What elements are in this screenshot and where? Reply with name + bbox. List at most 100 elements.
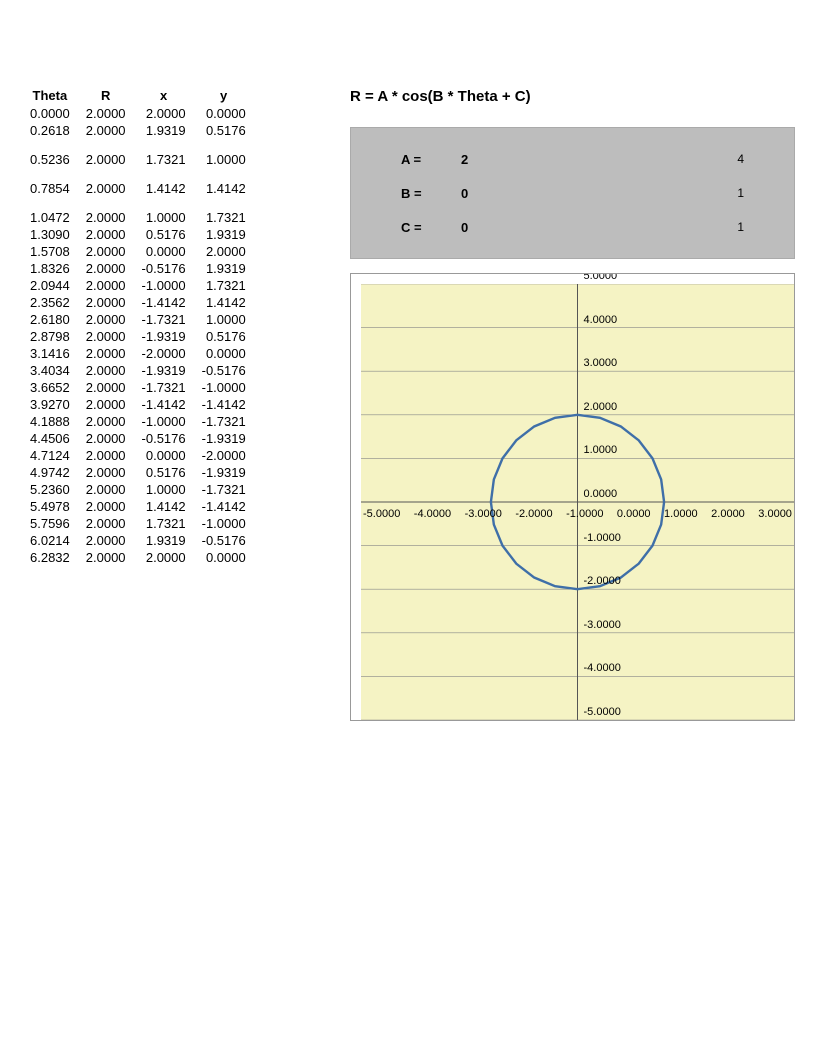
table-cell: 2.0000: [78, 122, 134, 139]
table-row: 2.87982.0000-1.93190.5176: [22, 328, 254, 345]
table-cell: 3.1416: [22, 345, 78, 362]
chart-x-tick: -1.0000: [566, 508, 603, 520]
table-cell: 2.0000: [78, 151, 134, 168]
table-cell: 0.0000: [194, 549, 254, 566]
table-cell: 1.0472: [22, 209, 78, 226]
table-cell: 1.7321: [134, 151, 194, 168]
table-cell: 5.7596: [22, 515, 78, 532]
table-cell: -1.7321: [134, 379, 194, 396]
table-cell: 5.4978: [22, 498, 78, 515]
table-cell: 3.9270: [22, 396, 78, 413]
table-row: 1.57082.00000.00002.0000: [22, 243, 254, 260]
chart-y-tick: 3.0000: [584, 357, 618, 369]
chart-x-tick: 1.0000: [664, 508, 698, 520]
table-cell: 0.0000: [22, 105, 78, 122]
formula-text: R = A * cos(B * Theta + C): [350, 88, 795, 105]
param-row-c: C = 0 1: [401, 210, 744, 244]
chart-x-tick: -5.0000: [363, 508, 400, 520]
table-cell: 1.0000: [134, 209, 194, 226]
chart-x-tick: -4.0000: [414, 508, 451, 520]
table-row: 3.92702.0000-1.4142-1.4142: [22, 396, 254, 413]
table-cell: 2.0000: [78, 515, 134, 532]
table-row: 2.61802.0000-1.73211.0000: [22, 311, 254, 328]
table-cell: 1.7321: [134, 515, 194, 532]
table-cell: 2.3562: [22, 294, 78, 311]
table-cell: 1.9319: [134, 122, 194, 139]
param-c-alt: 1: [737, 220, 744, 234]
table-row: 4.18882.0000-1.0000-1.7321: [22, 413, 254, 430]
table-cell: 2.0000: [78, 549, 134, 566]
table-cell: -1.9319: [194, 430, 254, 447]
table-row: 4.71242.00000.0000-2.0000: [22, 447, 254, 464]
table-cell: 2.0000: [78, 294, 134, 311]
table-cell: -1.0000: [134, 413, 194, 430]
table-cell: 2.0000: [78, 311, 134, 328]
table-cell: 0.7854: [22, 180, 78, 197]
table-cell: 2.0000: [194, 243, 254, 260]
table-cell: 2.0000: [78, 180, 134, 197]
table-cell: 2.0000: [78, 209, 134, 226]
table-cell: 1.5708: [22, 243, 78, 260]
table-cell: 1.3090: [22, 226, 78, 243]
table-cell: 1.4142: [134, 498, 194, 515]
data-table-container: Theta R x y 0.00002.00002.00000.00000.26…: [22, 88, 332, 566]
table-cell: -1.4142: [194, 396, 254, 413]
table-cell: -1.0000: [194, 379, 254, 396]
table-cell: -1.7321: [134, 311, 194, 328]
chart-y-tick: 1.0000: [584, 444, 618, 456]
table-row: 0.52362.00001.73211.0000: [22, 151, 254, 168]
table-cell: -0.5176: [134, 260, 194, 277]
table-cell: -1.9319: [134, 362, 194, 379]
table-cell: 2.8798: [22, 328, 78, 345]
table-cell: 2.0000: [78, 379, 134, 396]
chart-y-tick: 5.0000: [584, 273, 618, 282]
table-cell: 1.7321: [194, 277, 254, 294]
table-cell: 2.0000: [78, 226, 134, 243]
table-cell: 2.0000: [134, 549, 194, 566]
col-x: x: [134, 88, 194, 105]
parameter-box: A = 2 4 B = 0 1 C = 0 1: [350, 127, 795, 259]
chart-y-tick: 4.0000: [584, 314, 618, 326]
table-cell: 2.0000: [78, 464, 134, 481]
table-body: 0.00002.00002.00000.00000.26182.00001.93…: [22, 105, 254, 566]
table-cell: 2.0000: [78, 277, 134, 294]
table-row: 3.66522.0000-1.7321-1.0000: [22, 379, 254, 396]
table-cell: -1.0000: [194, 515, 254, 532]
table-cell: 2.0000: [78, 498, 134, 515]
page: Theta R x y 0.00002.00002.00000.00000.26…: [0, 0, 817, 1057]
table-row: 3.40342.0000-1.9319-0.5176: [22, 362, 254, 379]
table-row: 0.00002.00002.00000.0000: [22, 105, 254, 122]
chart-x-tick: 2.0000: [711, 508, 745, 520]
table-cell: -0.5176: [134, 430, 194, 447]
chart-x-tick: 3.0000: [758, 508, 792, 520]
table-cell: 5.2360: [22, 481, 78, 498]
table-cell: 2.0000: [78, 447, 134, 464]
table-cell: 1.9319: [194, 226, 254, 243]
table-cell: 1.8326: [22, 260, 78, 277]
table-cell: 4.9742: [22, 464, 78, 481]
table-cell: 2.0000: [78, 260, 134, 277]
table-row: 4.97422.00000.5176-1.9319: [22, 464, 254, 481]
table-cell: 4.4506: [22, 430, 78, 447]
table-cell: 2.0000: [78, 105, 134, 122]
table-cell: -1.9319: [194, 464, 254, 481]
table-cell: 4.7124: [22, 447, 78, 464]
table-cell: 2.6180: [22, 311, 78, 328]
table-cell: 2.0000: [134, 105, 194, 122]
param-c-value: 0: [461, 220, 521, 235]
param-c-label: C =: [401, 220, 461, 235]
table-cell: 0.0000: [134, 447, 194, 464]
param-row-a: A = 2 4: [401, 142, 744, 176]
chart-x-ticks: -5.0000-4.0000-3.0000-2.0000-1.00000.000…: [361, 508, 794, 520]
table-cell: 0.5176: [134, 226, 194, 243]
table-cell: 1.0000: [194, 311, 254, 328]
chart-plot-area: 5.00004.00003.00002.00001.00000.0000-1.0…: [361, 284, 794, 720]
table-row: 1.04722.00001.00001.7321: [22, 209, 254, 226]
chart-svg: [361, 284, 794, 720]
table-row: 6.28322.00002.00000.0000: [22, 549, 254, 566]
table-cell: -0.5176: [194, 362, 254, 379]
table-cell: 1.0000: [134, 481, 194, 498]
table-header: Theta R x y: [22, 88, 254, 105]
table-cell: 0.5236: [22, 151, 78, 168]
table-cell: -1.0000: [134, 277, 194, 294]
